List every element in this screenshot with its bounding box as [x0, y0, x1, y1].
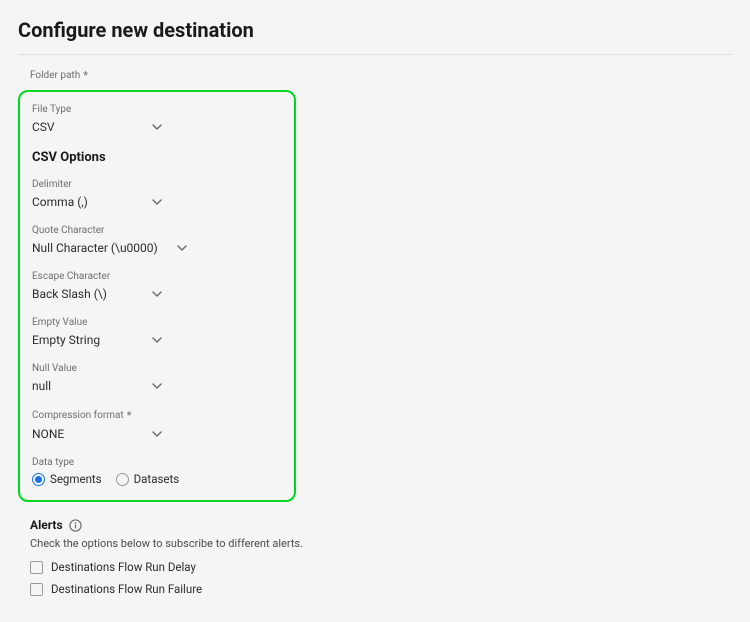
quote-character-group: Quote Character Null Character (\u0000): [32, 225, 282, 257]
radio-icon: [116, 473, 129, 486]
alert-label: Destinations Flow Run Failure: [51, 582, 202, 596]
data-type-label: Data type: [32, 457, 282, 468]
info-icon[interactable]: [69, 519, 82, 532]
escape-character-label: Escape Character: [32, 271, 282, 282]
alerts-description: Check the options below to subscribe to …: [30, 537, 732, 550]
alert-checkbox-delay[interactable]: Destinations Flow Run Delay: [30, 560, 732, 574]
empty-value-group: Empty Value Empty String: [32, 317, 282, 349]
chevron-down-icon: [152, 381, 162, 391]
empty-value-value: Empty String: [32, 333, 100, 347]
alerts-section: Alerts Check the options below to subscr…: [18, 518, 732, 596]
empty-value-select[interactable]: Empty String: [32, 331, 162, 349]
alert-checkbox-failure[interactable]: Destinations Flow Run Failure: [30, 582, 732, 596]
alerts-title: Alerts: [30, 518, 63, 532]
data-type-group: Data type Segments Datasets: [32, 457, 282, 486]
empty-value-label: Empty Value: [32, 317, 282, 328]
segments-label: Segments: [50, 472, 102, 486]
delimiter-group: Delimiter Comma (,): [32, 179, 282, 211]
chevron-down-icon: [152, 335, 162, 345]
datasets-radio[interactable]: Datasets: [116, 472, 180, 486]
checkbox-icon: [30, 583, 43, 596]
compression-format-select[interactable]: NONE: [32, 425, 162, 443]
datasets-label: Datasets: [134, 472, 180, 486]
radio-icon: [32, 473, 45, 486]
delimiter-value: Comma (,): [32, 195, 88, 209]
file-type-label: File Type: [32, 104, 282, 115]
file-type-select[interactable]: CSV: [32, 118, 162, 136]
quote-character-label: Quote Character: [32, 225, 282, 236]
folder-path-field: Folder path *: [18, 69, 732, 82]
delimiter-select[interactable]: Comma (,): [32, 193, 162, 211]
chevron-down-icon: [152, 289, 162, 299]
null-value-value: null: [32, 379, 51, 393]
checkbox-icon: [30, 561, 43, 574]
chevron-down-icon: [152, 197, 162, 207]
file-type-value: CSV: [32, 120, 55, 134]
chevron-down-icon: [152, 429, 162, 439]
page-title: Configure new destination: [18, 18, 732, 42]
compression-format-label: Compression format: [32, 410, 124, 421]
alert-label: Destinations Flow Run Delay: [51, 560, 196, 574]
compression-format-group: Compression format * NONE: [32, 409, 282, 443]
null-value-select[interactable]: null: [32, 377, 162, 395]
chevron-down-icon: [152, 122, 162, 132]
required-indicator: *: [83, 69, 88, 82]
null-value-label: Null Value: [32, 363, 282, 374]
compression-format-value: NONE: [32, 427, 64, 441]
csv-config-box: File Type CSV CSV Options Delimiter Comm…: [18, 90, 296, 502]
quote-character-select[interactable]: Null Character (\u0000): [32, 239, 187, 257]
file-type-group: File Type CSV: [32, 104, 282, 136]
escape-character-select[interactable]: Back Slash (\): [32, 285, 162, 303]
required-indicator: *: [127, 409, 132, 422]
quote-character-value: Null Character (\u0000): [32, 241, 158, 255]
null-value-group: Null Value null: [32, 363, 282, 395]
delimiter-label: Delimiter: [32, 179, 282, 190]
chevron-down-icon: [177, 243, 187, 253]
escape-character-group: Escape Character Back Slash (\): [32, 271, 282, 303]
data-type-radio-group: Segments Datasets: [32, 472, 282, 486]
escape-character-value: Back Slash (\): [32, 287, 107, 301]
csv-options-title: CSV Options: [32, 150, 282, 165]
segments-radio[interactable]: Segments: [32, 472, 102, 486]
divider: [18, 54, 732, 55]
folder-path-label: Folder path: [30, 70, 80, 81]
